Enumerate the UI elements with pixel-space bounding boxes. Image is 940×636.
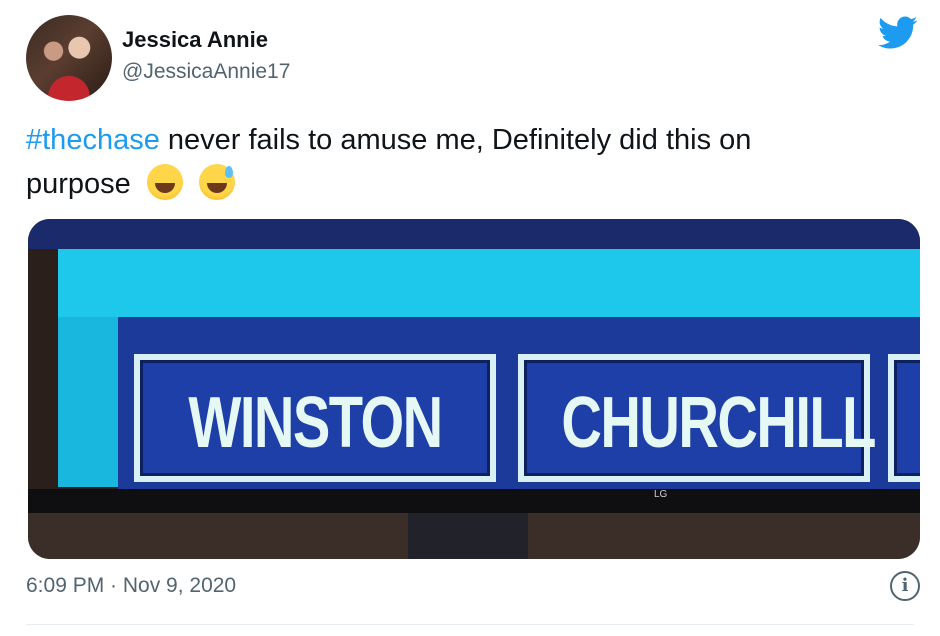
tweet-timestamp[interactable]: 6:09 PM · Nov 9, 2020 — [26, 574, 236, 598]
tweet-media-photo[interactable]: WINSTON CHURCHILL LG — [28, 219, 920, 559]
info-icon[interactable]: i — [890, 571, 920, 601]
tv-screen-top — [28, 219, 920, 249]
answer-panel-edge — [888, 354, 920, 482]
screen-cyan-band-left — [58, 317, 118, 487]
answer-panel-right-text: CHURCHILL — [561, 383, 876, 463]
twitter-bird-icon[interactable] — [878, 16, 918, 50]
grinning-face-with-sweat-icon — [198, 164, 235, 200]
hashtag-link[interactable]: #thechase — [26, 124, 160, 156]
tweet-text-line2: purpose — [26, 168, 131, 200]
tweet-text: #thechase never fails to amuse me, Defin… — [26, 118, 906, 206]
author-avatar[interactable] — [26, 15, 112, 101]
answer-panel-left: WINSTON — [134, 354, 496, 482]
grinning-squinting-face-icon — [146, 164, 183, 200]
bottom-divider — [26, 624, 914, 625]
tv-logo: LG — [654, 489, 668, 500]
author-display-name[interactable]: Jessica Annie — [122, 27, 268, 53]
answer-panel-left-text: WINSTON — [188, 383, 443, 463]
tv-bezel — [28, 489, 920, 513]
tweet-text-line1: never fails to amuse me, Definitely did … — [159, 124, 752, 156]
tweet-card: Jessica Annie @JessicaAnnie17 #thechase … — [0, 0, 940, 636]
tv-stand — [408, 513, 528, 559]
answer-panel-right: CHURCHILL — [518, 354, 876, 482]
screen-cyan-band — [58, 249, 920, 317]
author-handle[interactable]: @JessicaAnnie17 — [122, 60, 290, 84]
